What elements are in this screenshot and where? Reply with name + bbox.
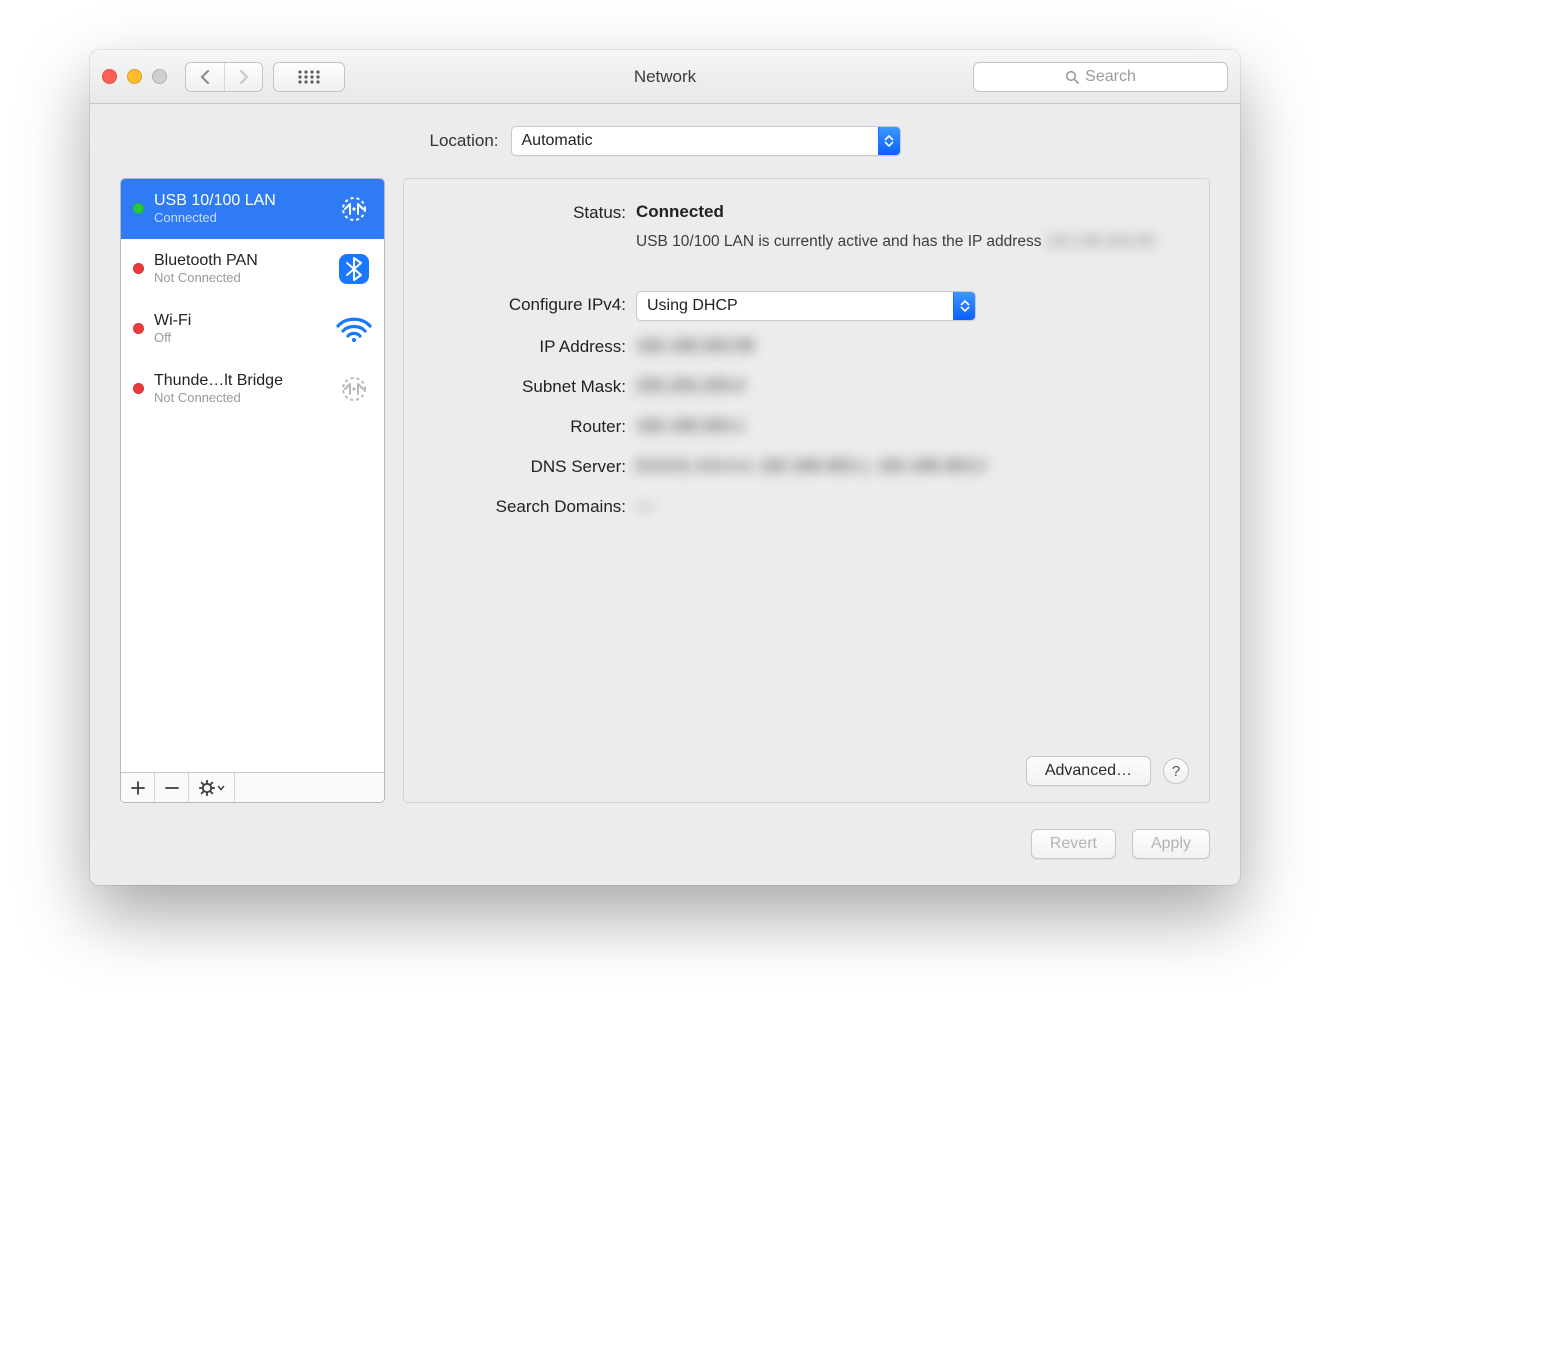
- chevron-down-icon: [217, 785, 225, 791]
- service-name: Bluetooth PAN: [154, 252, 324, 270]
- ip-address-row: IP Address: 192.168.303.58: [426, 333, 1187, 361]
- subnet-mask-label: Subnet Mask:: [426, 373, 636, 401]
- status-dot-off-icon: [133, 323, 144, 334]
- service-name: USB 10/100 LAN: [154, 192, 324, 210]
- configure-ipv4-row: Configure IPv4: Using DHCP: [426, 291, 1187, 321]
- gear-icon: [199, 780, 215, 796]
- location-select[interactable]: Automatic: [511, 126, 901, 156]
- service-status: Off: [154, 330, 324, 345]
- service-text: Bluetooth PAN Not Connected: [154, 252, 324, 285]
- service-status: Connected: [154, 210, 324, 225]
- configure-ipv4-select-value: Using DHCP: [637, 293, 953, 319]
- grid-icon: [297, 69, 321, 85]
- configure-ipv4-value: Using DHCP: [636, 291, 1187, 321]
- status-label: Status:: [426, 199, 636, 227]
- search-domains-label: Search Domains:: [426, 493, 636, 521]
- router-label: Router:: [426, 413, 636, 441]
- minimize-button[interactable]: [127, 69, 142, 84]
- service-name: Wi-Fi: [154, 312, 324, 330]
- show-all-prefs-button[interactable]: [273, 62, 345, 92]
- main-row: USB 10/100 LAN Connected: [120, 178, 1210, 803]
- dns-server-label: DNS Server:: [426, 453, 636, 481]
- sidebar-toolbar: [121, 772, 384, 802]
- status-value: Connected: [636, 199, 1187, 225]
- network-pref-window: Network Search Location: Automatic: [90, 50, 1240, 885]
- service-text: Thunde…lt Bridge Not Connected: [154, 372, 324, 405]
- subnet-mask-value: 255.255.255.0: [636, 373, 1187, 399]
- router-row: Router: 192.168.303.1: [426, 413, 1187, 441]
- search-icon: [1065, 70, 1079, 84]
- location-value: Automatic: [512, 132, 878, 150]
- add-service-button[interactable]: [121, 773, 155, 802]
- revert-button[interactable]: Revert: [1031, 829, 1116, 859]
- network-service-list: USB 10/100 LAN Connected: [120, 178, 385, 803]
- service-status: Not Connected: [154, 270, 324, 285]
- location-row: Location: Automatic: [120, 126, 1210, 156]
- zoom-button[interactable]: [152, 69, 167, 84]
- service-usb-lan[interactable]: USB 10/100 LAN Connected: [121, 179, 384, 239]
- status-dot-disconnected-icon: [133, 383, 144, 394]
- service-status: Not Connected: [154, 390, 324, 405]
- configure-ipv4-select[interactable]: Using DHCP: [636, 291, 976, 321]
- service-name: Thunde…lt Bridge: [154, 372, 324, 390]
- location-label: Location:: [430, 131, 499, 151]
- status-description: USB 10/100 LAN is currently active and h…: [636, 229, 1187, 255]
- ethernet-grey-icon: [334, 369, 374, 409]
- question-mark-icon: ?: [1172, 763, 1180, 780]
- ip-address-label: IP Address:: [426, 333, 636, 361]
- service-text: USB 10/100 LAN Connected: [154, 192, 324, 225]
- search-domains-value: —: [636, 493, 1187, 519]
- close-button[interactable]: [102, 69, 117, 84]
- traffic-lights: [102, 69, 167, 84]
- dns-server-value: 8.8.8.8, 8.8.4.4, 192.168.303.1, 192.168…: [636, 453, 1187, 479]
- service-thunderbolt-bridge[interactable]: Thunde…lt Bridge Not Connected: [121, 359, 384, 419]
- network-list: USB 10/100 LAN Connected: [121, 179, 384, 772]
- chevron-up-down-icon: [953, 292, 975, 320]
- search-input[interactable]: Search: [973, 62, 1228, 92]
- service-bluetooth-pan[interactable]: Bluetooth PAN Not Connected: [121, 239, 384, 299]
- service-actions-button[interactable]: [189, 773, 235, 802]
- titlebar: Network Search: [90, 50, 1240, 104]
- service-wifi[interactable]: Wi-Fi Off: [121, 299, 384, 359]
- ip-address-value: 192.168.303.58: [636, 333, 1187, 359]
- subnet-mask-row: Subnet Mask: 255.255.255.0: [426, 373, 1187, 401]
- content-area: Location: Automatic USB 10/100 LAN Con: [90, 104, 1240, 885]
- router-value: 192.168.303.1: [636, 413, 1187, 439]
- dns-server-row: DNS Server: 8.8.8.8, 8.8.4.4, 192.168.30…: [426, 453, 1187, 481]
- detail-pane: Status: Connected USB 10/100 LAN is curr…: [403, 178, 1210, 803]
- configure-ipv4-label: Configure IPv4:: [426, 291, 636, 319]
- back-button[interactable]: [186, 63, 224, 91]
- minus-icon: [165, 781, 179, 795]
- ethernet-icon: [334, 189, 374, 229]
- status-dot-connected-icon: [133, 203, 144, 214]
- wifi-icon: [334, 309, 374, 349]
- back-forward-group: [185, 62, 263, 92]
- search-placeholder: Search: [1085, 68, 1136, 86]
- advanced-button[interactable]: Advanced…: [1026, 756, 1151, 786]
- service-text: Wi-Fi Off: [154, 312, 324, 345]
- chevron-up-down-icon: [878, 127, 900, 155]
- help-button[interactable]: ?: [1163, 758, 1189, 784]
- status-dot-disconnected-icon: [133, 263, 144, 274]
- search-domains-row: Search Domains: —: [426, 493, 1187, 521]
- bluetooth-icon: [334, 249, 374, 289]
- status-value-block: Connected USB 10/100 LAN is currently ac…: [636, 199, 1187, 255]
- remove-service-button[interactable]: [155, 773, 189, 802]
- forward-button[interactable]: [224, 63, 262, 91]
- status-row: Status: Connected USB 10/100 LAN is curr…: [426, 199, 1187, 255]
- plus-icon: [131, 781, 145, 795]
- advanced-row: Advanced… ?: [1026, 756, 1189, 786]
- apply-button[interactable]: Apply: [1132, 829, 1210, 859]
- footer-buttons: Revert Apply: [120, 829, 1210, 859]
